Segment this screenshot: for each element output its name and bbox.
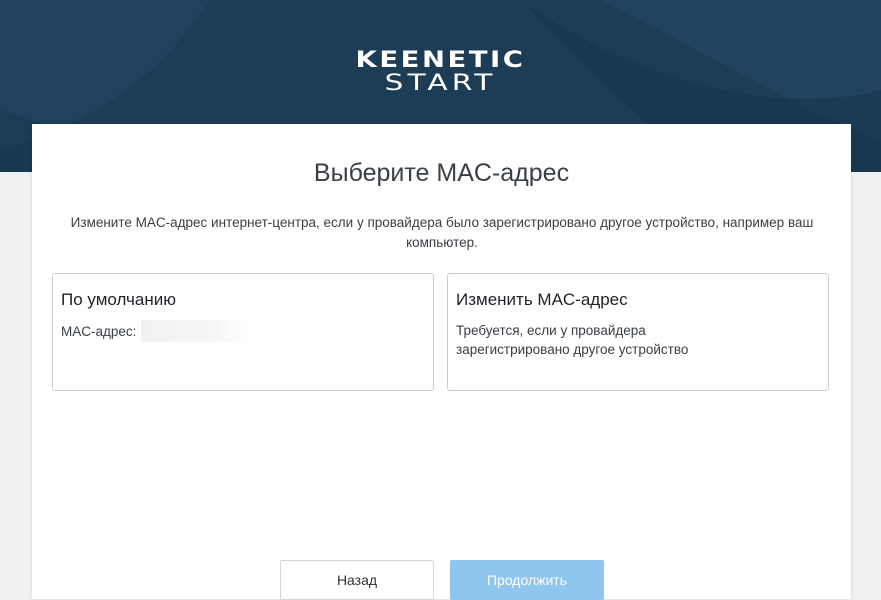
keenetic-start-logo: KEENETIC START bbox=[0, 50, 881, 95]
logo-line-start: START bbox=[384, 71, 497, 96]
option-change-title: Изменить MAC-адрес bbox=[456, 290, 628, 309]
mac-address-label: MAC-адрес: bbox=[61, 323, 137, 339]
default-mac-row: MAC-адрес: bbox=[61, 320, 250, 342]
back-button[interactable]: Назад bbox=[280, 560, 434, 600]
mac-address-value-redacted bbox=[141, 320, 250, 342]
page-description: Измените MAC-адрес интернет-центра, если… bbox=[70, 215, 814, 250]
continue-button[interactable]: Продолжить bbox=[450, 560, 604, 600]
page-title: Выберите MAC-адрес bbox=[313, 159, 570, 187]
option-change-description: Требуется, если у провайдера зарегистрир… bbox=[456, 323, 689, 357]
logo-line-keenetic: KEENETIC bbox=[355, 48, 526, 73]
option-default-title: По умолчанию bbox=[61, 290, 176, 309]
option-change-mac[interactable]: Изменить MAC-адрес Требуется, если у про… bbox=[447, 273, 829, 391]
wizard-card: Выберите MAC-адрес Измените MAC-адрес ин… bbox=[32, 124, 851, 600]
option-default-mac[interactable]: По умолчанию MAC-адрес: bbox=[52, 273, 434, 391]
